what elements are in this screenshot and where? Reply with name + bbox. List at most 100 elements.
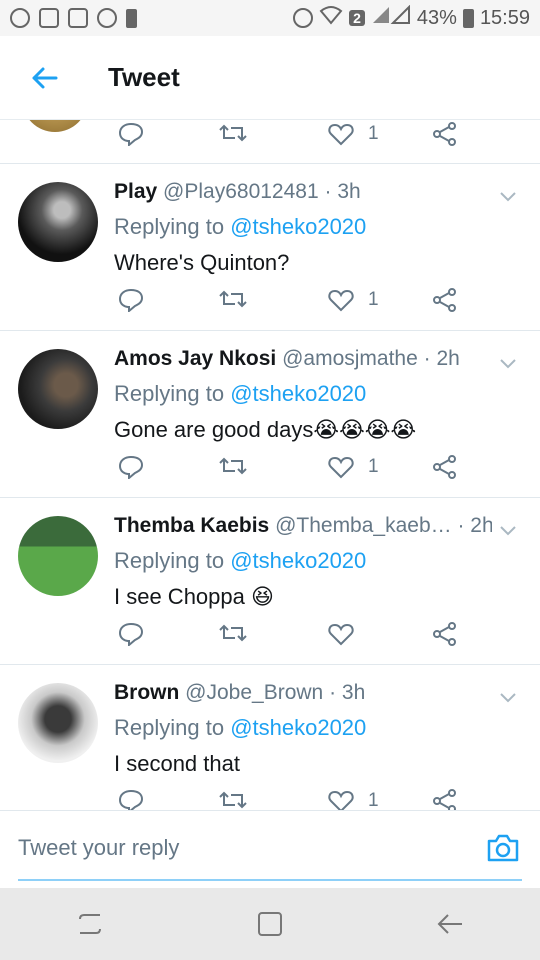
heart-icon xyxy=(328,123,354,146)
home-button[interactable] xyxy=(250,904,290,944)
replying-label: Replying to xyxy=(114,214,231,239)
input-underline xyxy=(18,879,522,881)
retweet-button[interactable] xyxy=(218,288,248,310)
like-count: 1 xyxy=(368,123,379,144)
reply-button[interactable] xyxy=(118,622,144,646)
reply-input[interactable]: Tweet your reply xyxy=(18,835,179,861)
retweet-button[interactable] xyxy=(218,622,248,644)
tweet-time: · 3h xyxy=(324,180,361,203)
chevron-down-icon[interactable] xyxy=(498,186,518,206)
retweet-icon xyxy=(219,124,247,142)
back-nav-button[interactable] xyxy=(430,904,470,944)
reply-button[interactable] xyxy=(118,455,144,479)
reply-composer: Tweet your reply xyxy=(0,810,540,888)
like-button[interactable]: 1 xyxy=(328,122,379,146)
heart-icon xyxy=(328,289,354,312)
retweet-icon xyxy=(219,624,247,642)
recents-button[interactable] xyxy=(70,904,110,944)
whatsapp-icon xyxy=(10,8,30,28)
like-count: 1 xyxy=(368,289,379,310)
author-name[interactable]: Play xyxy=(114,180,157,203)
battery-percent: 43% xyxy=(416,6,457,29)
clock: 15:59 xyxy=(479,6,530,29)
mention-link[interactable]: @tsheko2020 xyxy=(230,548,366,573)
signal-icon xyxy=(371,4,411,31)
battery-icon xyxy=(462,8,474,28)
tweet-text: I second that xyxy=(114,751,240,776)
gallery-icon xyxy=(68,8,88,28)
retweet-button[interactable] xyxy=(218,455,248,477)
avatar[interactable] xyxy=(18,683,98,763)
replying-label: Replying to xyxy=(114,548,231,573)
chevron-down-icon[interactable] xyxy=(498,353,518,373)
reply-button[interactable] xyxy=(118,122,144,146)
home-icon xyxy=(258,912,282,936)
reply-button[interactable] xyxy=(118,288,144,312)
share-button[interactable] xyxy=(432,455,458,479)
replying-label: Replying to xyxy=(114,381,231,406)
tweet-item[interactable]: Amos Jay Nkosi @amosjmathe · 2h Replying… xyxy=(0,331,540,498)
tweet-actions: 1 xyxy=(118,288,468,316)
comment-icon xyxy=(118,288,144,312)
tweet-item[interactable]: Play @Play68012481 · 3h Replying to @tsh… xyxy=(0,164,540,331)
tweet-text: Where's Quinton? xyxy=(114,250,290,275)
mention-link[interactable]: @tsheko2020 xyxy=(230,381,366,406)
like-count: 1 xyxy=(368,456,379,477)
share-button[interactable] xyxy=(432,288,458,312)
like-button[interactable]: 1 xyxy=(328,789,379,810)
share-icon xyxy=(433,122,456,146)
gmail-icon xyxy=(39,8,59,28)
tweet-item[interactable]: Brown @Jobe_Brown · 3h Replying to @tshe… xyxy=(0,665,540,810)
tweet-time: · 2h xyxy=(423,347,460,370)
reply-feed[interactable]: 1 Play @Play68012481 · 3h Replying to @t… xyxy=(0,120,540,810)
comment-icon xyxy=(118,455,144,479)
retweet-icon xyxy=(219,791,247,809)
comment-icon xyxy=(118,789,144,810)
share-button[interactable] xyxy=(432,789,458,810)
heart-icon xyxy=(328,790,354,810)
app-header: Tweet xyxy=(0,36,540,120)
share-button[interactable] xyxy=(432,622,458,646)
mention-link[interactable]: @tsheko2020 xyxy=(230,715,366,740)
like-button[interactable]: 1 xyxy=(328,288,379,312)
page-title: Tweet xyxy=(108,62,180,92)
author-name[interactable]: Brown xyxy=(114,681,179,704)
avatar[interactable] xyxy=(18,349,98,429)
author-handle: @amosjmathe xyxy=(282,347,418,370)
retweet-icon xyxy=(219,290,247,308)
mention-link[interactable]: @tsheko2020 xyxy=(230,214,366,239)
tweet-text: I see Choppa 😆 xyxy=(114,584,274,609)
arrow-left-icon xyxy=(32,67,58,88)
reply-button[interactable] xyxy=(118,789,144,810)
retweet-button[interactable] xyxy=(218,122,248,144)
share-icon xyxy=(433,455,456,479)
author-name[interactable]: Themba Kaebis xyxy=(114,514,269,537)
author-handle: @Themba_kaeb… xyxy=(275,514,452,537)
chevron-down-icon[interactable] xyxy=(498,687,518,707)
avatar[interactable] xyxy=(22,120,88,132)
share-icon xyxy=(433,288,456,312)
like-button[interactable] xyxy=(328,622,368,646)
tweet-actions: 1 xyxy=(118,122,468,150)
camera-icon[interactable] xyxy=(486,833,520,863)
tweet-text: Gone are good days😭😭😭😭 xyxy=(114,417,417,442)
status-bar: 2 43% 15:59 xyxy=(0,0,540,36)
like-button[interactable]: 1 xyxy=(328,455,379,479)
partial-tweet[interactable]: 1 xyxy=(0,120,540,164)
tweet-time: · 2h xyxy=(457,514,492,537)
retweet-icon xyxy=(219,457,247,475)
avatar[interactable] xyxy=(18,182,98,262)
heart-icon xyxy=(328,456,354,479)
author-name[interactable]: Amos Jay Nkosi xyxy=(114,347,276,370)
share-icon xyxy=(433,789,456,810)
recents-icon xyxy=(79,914,101,934)
avatar[interactable] xyxy=(18,516,98,596)
retweet-button[interactable] xyxy=(218,789,248,810)
replying-label: Replying to xyxy=(114,715,231,740)
chevron-down-icon[interactable] xyxy=(498,520,518,540)
back-button[interactable] xyxy=(24,58,64,98)
tweet-item[interactable]: Themba Kaebis @Themba_kaeb… · 2h Replyin… xyxy=(0,498,540,665)
share-button[interactable] xyxy=(432,122,458,146)
sync-icon xyxy=(97,8,117,28)
comment-icon xyxy=(118,622,144,646)
